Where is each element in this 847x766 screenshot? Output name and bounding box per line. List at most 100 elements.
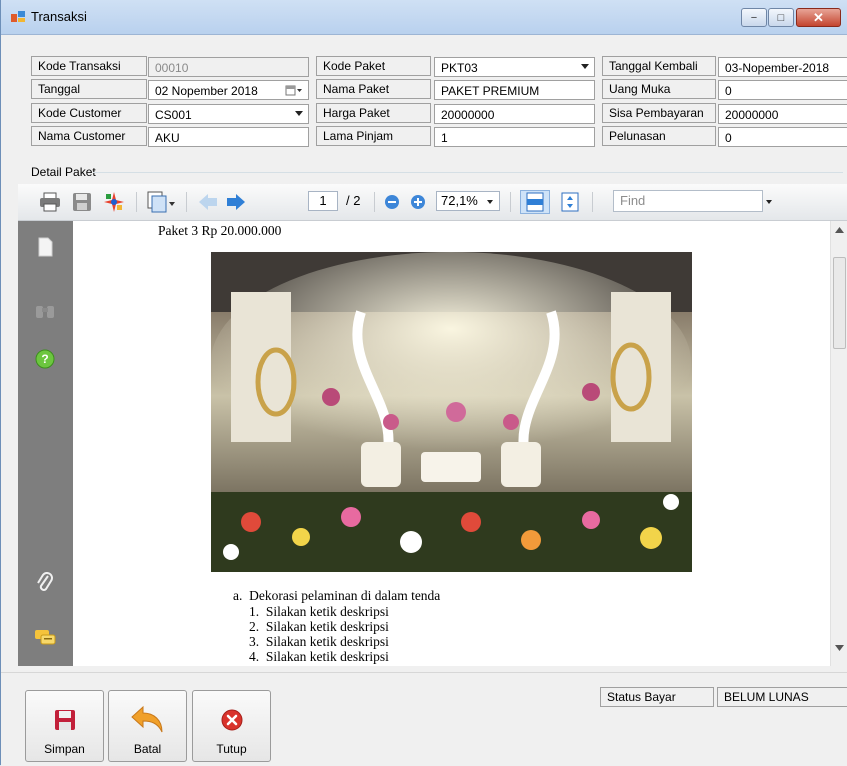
find-panel-button[interactable] (33, 299, 57, 323)
uang-muka-label: Uang Muka (602, 79, 716, 99)
close-circle-icon (221, 709, 242, 731)
list-item: 3. Silakan ketik deskripsi (249, 634, 389, 649)
save-report-button[interactable] (70, 190, 94, 214)
find-input[interactable]: Find (613, 190, 772, 212)
find-placeholder: Find (620, 193, 646, 208)
crystal-logo-icon (104, 192, 124, 212)
sisa-pembayaran-field[interactable]: 20000000 (718, 104, 847, 124)
zoom-level-value: 72,1% (441, 193, 478, 208)
nama-paket-field[interactable]: PAKET PREMIUM (434, 80, 595, 100)
harga-paket-label: Harga Paket (316, 103, 431, 123)
calendar-dropdown-icon[interactable] (285, 85, 303, 96)
chevron-down-icon[interactable] (766, 200, 772, 204)
form-app-icon (11, 11, 25, 22)
batal-button[interactable]: Batal (108, 690, 187, 762)
toolbar-separator (592, 192, 593, 212)
help-button[interactable]: ? (33, 347, 57, 371)
scroll-down-icon[interactable] (835, 645, 844, 651)
viewer-bottom-edge (18, 666, 847, 670)
zoom-out-icon (385, 195, 399, 209)
harga-paket-field[interactable]: 20000000 (434, 104, 595, 124)
tanggal-kembali-field[interactable]: 03-Nopember-2018 (718, 57, 847, 77)
lama-pinjam-field[interactable]: 1 (434, 127, 595, 147)
pelunasan-label: Pelunasan (602, 126, 716, 146)
zoom-in-icon (411, 195, 425, 209)
kode-customer-value: CS001 (155, 108, 192, 122)
crystal-export-button[interactable] (102, 190, 126, 214)
kode-paket-combobox[interactable]: PKT03 (434, 57, 595, 77)
maximize-icon: □ (777, 11, 785, 24)
print-button[interactable] (38, 190, 62, 214)
title-bar: Transaksi − □ ✕ (1, 0, 847, 35)
tanggal-datepicker[interactable]: 02 Nopember 2018 (148, 80, 309, 100)
tanggal-value: 02 Nopember 2018 (155, 84, 258, 98)
detail-paket-group-label: Detail Paket (31, 165, 96, 179)
minimize-button[interactable]: − (741, 8, 767, 27)
copy-pages-icon (147, 191, 175, 213)
arrow-left-icon (199, 194, 217, 210)
kode-customer-label: Kode Customer (31, 103, 147, 123)
maximize-button[interactable]: □ (768, 8, 794, 27)
batal-label: Batal (133, 742, 162, 756)
page-icon (38, 237, 53, 257)
simpan-label: Simpan (44, 742, 85, 756)
report-page: Paket 3 Rp 20.000.000 a. Dekorasi pelami… (73, 221, 830, 666)
help-question-icon: ? (35, 349, 55, 369)
package-heading: Paket 3 Rp 20.000.000 (158, 223, 282, 238)
toolbar-separator (136, 192, 137, 212)
zoom-in-button[interactable] (408, 190, 428, 214)
floppy-disk-icon (73, 193, 91, 211)
attachments-panel-button[interactable] (33, 571, 57, 595)
close-window-button[interactable]: ✕ (796, 8, 841, 27)
svg-text:?: ? (41, 352, 48, 366)
nama-customer-label: Nama Customer (31, 126, 147, 146)
list-item: 2. Silakan ketik deskripsi (249, 619, 389, 634)
kode-paket-label: Kode Paket (316, 56, 431, 76)
simpan-button[interactable]: Simpan (25, 690, 104, 762)
tutup-label: Tutup (216, 742, 247, 756)
viewer-sidebar: ? (18, 221, 73, 666)
list-item: 4. Silakan ketik deskripsi (249, 649, 389, 664)
tutup-button[interactable]: Tutup (192, 690, 271, 762)
action-panel: Status Bayar BELUM LUNAS Simpan Batal Tu… (1, 672, 847, 766)
kode-paket-value: PKT03 (441, 61, 478, 75)
zoom-out-button[interactable] (382, 190, 402, 214)
whole-page-button[interactable] (558, 190, 582, 214)
chevron-down-icon (487, 200, 493, 204)
nama-paket-label: Nama Paket (316, 79, 431, 99)
toolbar-separator (510, 192, 511, 212)
paperclip-icon (37, 572, 53, 591)
report-viewer: ? Paket 3 Rp 20.000.000 a. Dekorasi pela… (18, 221, 847, 666)
comments-icon (35, 630, 56, 645)
nama-customer-field[interactable]: AKU (148, 127, 309, 147)
export-dropdown-button[interactable] (144, 190, 178, 214)
previous-page-button[interactable] (196, 190, 220, 214)
kode-customer-combobox[interactable]: CS001 (148, 104, 309, 124)
printer-icon (40, 192, 60, 212)
chevron-down-icon (295, 111, 303, 116)
tanggal-label: Tanggal (31, 79, 147, 99)
comments-panel-button[interactable] (33, 626, 57, 650)
tanggal-kembali-label: Tanggal Kembali (602, 56, 716, 76)
scrollbar-thumb[interactable] (833, 257, 846, 349)
scroll-up-icon[interactable] (835, 227, 844, 233)
uang-muka-field[interactable]: 0 (718, 80, 847, 100)
chevron-down-icon (581, 64, 589, 69)
vertical-scrollbar[interactable] (830, 221, 847, 666)
next-page-button[interactable] (224, 190, 248, 214)
page-count-label: / 2 (346, 193, 361, 208)
toolbar-separator (186, 192, 187, 212)
transaksi-window: Transaksi − □ ✕ Kode Transaksi 00010 Tan… (0, 0, 847, 766)
fit-width-icon (526, 192, 544, 212)
zoom-level-combobox[interactable]: 72,1% (436, 191, 500, 211)
group-divider (93, 172, 843, 173)
pages-panel-button[interactable] (33, 235, 57, 259)
window-title: Transaksi (31, 9, 87, 24)
page-width-button[interactable] (520, 190, 550, 214)
pelunasan-field[interactable]: 0 (718, 127, 847, 147)
arrow-right-icon (227, 194, 245, 210)
report-viewer-toolbar: 1 / 2 72,1% Find (18, 184, 847, 221)
kode-transaksi-field[interactable]: 00010 (148, 57, 309, 77)
current-page-input[interactable]: 1 (308, 191, 338, 211)
decoration-item: a. Dekorasi pelaminan di dalam tenda (233, 588, 441, 603)
